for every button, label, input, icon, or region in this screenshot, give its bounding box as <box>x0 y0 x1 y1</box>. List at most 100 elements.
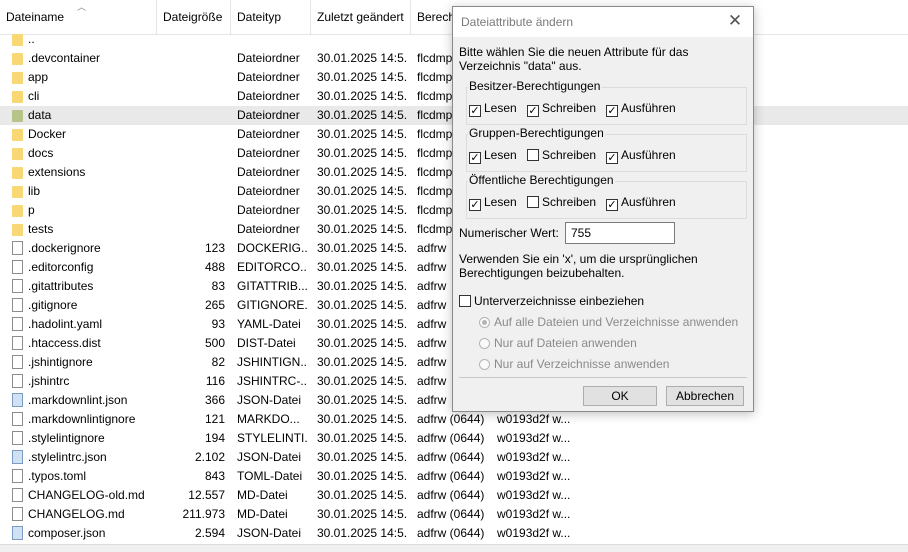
file-modified: 30.01.2025 14:5... <box>317 70 407 84</box>
file-icon <box>12 298 23 312</box>
group-read-checkbox[interactable]: ✓ Lesen <box>469 148 517 164</box>
file-name: cli <box>28 89 40 103</box>
file-type: Dateiordner <box>237 51 300 65</box>
file-size: 194 <box>204 431 225 445</box>
checkbox-box <box>527 149 539 161</box>
file-name: .gitattributes <box>28 279 94 293</box>
file-name: CHANGELOG.md <box>28 507 125 521</box>
file-size <box>157 182 225 201</box>
owner-write-checkbox[interactable]: ✓ Schreiben <box>527 101 596 117</box>
button-separator <box>459 377 747 378</box>
table-row[interactable]: .stylelintrc.json 2.102 JSON-Datei 30.01.20… <box>0 448 908 467</box>
file-type: JSHINTRC-... <box>237 374 307 388</box>
file-name: p <box>28 203 35 217</box>
radio-dot <box>479 359 490 370</box>
file-size: 121 <box>204 412 225 426</box>
table-row[interactable]: CHANGELOG-old.md 12.557 MD-Datei 30.01.2025… <box>0 486 908 505</box>
column-type-label: Dateityp <box>237 10 282 24</box>
file-type: EDITORCO... <box>237 260 307 274</box>
file-modified: 30.01.2025 14:5... <box>317 431 407 445</box>
file-owner: w0193d2f w... <box>497 450 571 464</box>
checkbox-box: ✓ <box>469 105 481 117</box>
file-size: 488 <box>204 260 225 274</box>
file-owner: w0193d2f w... <box>497 469 571 483</box>
column-size-header[interactable]: Dateigröße <box>157 0 231 34</box>
parent-folder-icon <box>12 34 23 46</box>
group-exec-checkbox[interactable]: ✓ Ausführen <box>606 148 676 164</box>
table-row[interactable]: .markdownlintignore 121 MARKDO... 30.01.202… <box>0 410 908 429</box>
column-name-label: Dateiname <box>6 10 65 24</box>
file-name: .dockerignore <box>28 241 101 255</box>
file-size <box>157 68 225 87</box>
file-modified: 30.01.2025 14:5... <box>317 222 407 236</box>
group-title: Besitzer-Berechtigungen <box>468 79 602 93</box>
file-icon <box>12 431 23 445</box>
table-row[interactable]: composer.json 2.594 JSON-Datei 30.01.2025 1… <box>0 524 908 543</box>
change-attributes-dialog: Dateiattribute ändern ✕ Bitte wählen Sie… <box>452 6 754 412</box>
checkbox-label: Lesen <box>484 101 517 115</box>
column-size-label: Dateigröße <box>163 10 223 24</box>
file-type: DOCKERIG... <box>237 241 307 255</box>
radio-dot <box>479 317 490 328</box>
file-size: 265 <box>204 298 225 312</box>
checkbox-box: ✓ <box>469 199 481 211</box>
file-owner: w0193d2f w... <box>497 488 571 502</box>
file-size: 500 <box>204 336 225 350</box>
radio-files-only[interactable]: Nur auf Dateien anwenden <box>479 335 637 351</box>
file-icon <box>12 279 23 293</box>
file-type: Dateiordner <box>237 165 300 179</box>
file-type: YAML-Datei <box>237 317 301 331</box>
group-write-checkbox[interactable]: Schreiben <box>527 148 596 163</box>
numeric-value-input[interactable]: 755 <box>565 222 675 244</box>
table-row[interactable]: .stylelintignore 194 STYLELINTI... 30.01.20… <box>0 429 908 448</box>
file-name: tests <box>28 222 54 236</box>
file-type: MD-Datei <box>237 488 288 502</box>
file-name: .markdownlintignore <box>28 412 136 426</box>
file-modified: 30.01.2025 14:5... <box>317 89 407 103</box>
file-type: TOML-Datei <box>237 469 303 483</box>
include-subdirectories-checkbox[interactable]: Unterverzeichnisse einbeziehen <box>459 294 644 309</box>
file-size: 93 <box>211 317 225 331</box>
owner-read-checkbox[interactable]: ✓ Lesen <box>469 101 517 117</box>
radio-all-files-dirs[interactable]: Auf alle Dateien und Verzeichnisse anwen… <box>479 314 738 330</box>
file-size <box>157 49 225 68</box>
column-perms-label: Berech <box>417 10 456 24</box>
radio-dirs-only[interactable]: Nur auf Verzeichnisse anwenden <box>479 356 669 372</box>
file-size: 83 <box>211 279 225 293</box>
file-name: lib <box>28 184 41 198</box>
checkbox-box: ✓ <box>469 152 481 164</box>
file-size: 12.557 <box>188 488 225 502</box>
file-name: app <box>28 70 49 84</box>
public-permissions-group: Öffentliche Berechtigungen ✓ Lesen Schrei… <box>466 173 747 219</box>
file-modified: 30.01.2025 14:5... <box>317 184 407 198</box>
file-name: .gitignore <box>28 298 78 312</box>
file-icon <box>12 507 23 521</box>
file-modified: 30.01.2025 14:5... <box>317 374 407 388</box>
close-icon[interactable]: ✕ <box>725 11 745 31</box>
file-type: Dateiordner <box>237 184 300 198</box>
table-row[interactable]: CHANGELOG.md 211.973 MD-Datei 30.01.2025 14… <box>0 505 908 524</box>
column-modified-header[interactable]: Zuletzt geändert <box>311 0 411 34</box>
checkbox-label: Ausführen <box>621 101 676 115</box>
file-modified: 30.01.2025 14:5... <box>317 203 407 217</box>
owner-exec-checkbox[interactable]: ✓ Ausführen <box>606 101 676 117</box>
column-type-header[interactable]: Dateityp <box>231 0 311 34</box>
file-modified: 30.01.2025 14:5... <box>317 355 407 369</box>
owner-permissions-group: Besitzer-Berechtigungen ✓ Lesen ✓ Schreibe… <box>466 79 747 125</box>
numeric-value-label: Numerischer Wert: <box>459 226 559 240</box>
file-modified: 30.01.2025 14:5... <box>317 165 407 179</box>
checkbox-label: Ausführen <box>621 195 676 209</box>
json-file-icon <box>12 526 23 540</box>
public-write-checkbox[interactable]: Schreiben <box>527 195 596 210</box>
file-owner: w0193d2f w... <box>497 526 571 540</box>
ok-button[interactable]: OK <box>583 386 657 406</box>
checkbox-box <box>459 295 471 307</box>
radio-label: Nur auf Verzeichnisse anwenden <box>494 357 670 371</box>
column-name-header[interactable]: Dateiname ︿ <box>0 0 157 34</box>
cancel-button[interactable]: Abbrechen <box>666 386 744 406</box>
table-row[interactable]: .typos.toml 843 TOML-Datei 30.01.2025 14:5.… <box>0 467 908 486</box>
file-type <box>237 30 307 49</box>
public-exec-checkbox[interactable]: ✓ Ausführen <box>606 195 676 211</box>
dialog-titlebar: Dateiattribute ändern ✕ <box>453 7 753 37</box>
public-read-checkbox[interactable]: ✓ Lesen <box>469 195 517 211</box>
